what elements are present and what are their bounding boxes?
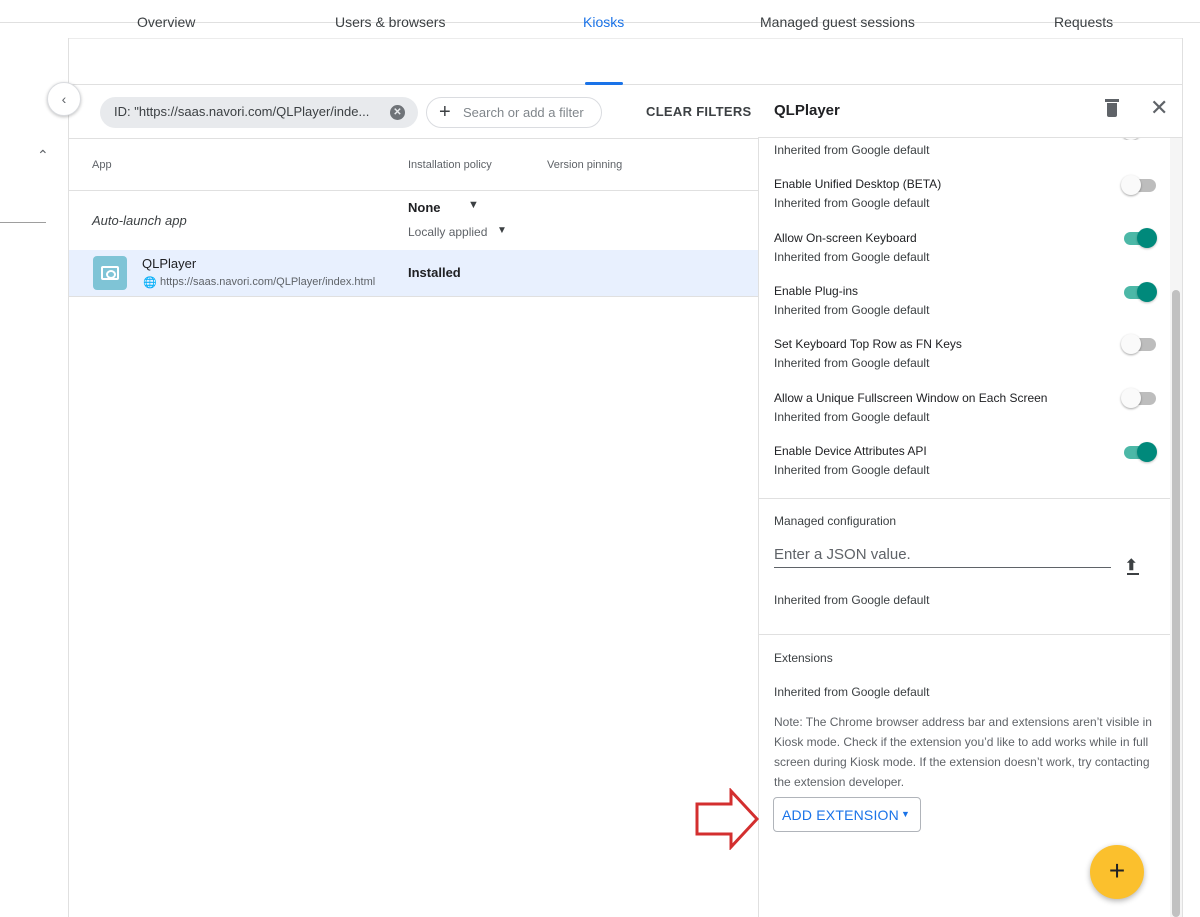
add-extension-button[interactable]: ADD EXTENSION ▼ <box>773 797 921 832</box>
tab-overview[interactable]: Overview <box>137 14 195 30</box>
managed-config-label: Managed configuration <box>774 514 897 528</box>
caret-down-icon: ▼ <box>901 809 910 819</box>
close-icon[interactable]: ✕ <box>1150 97 1168 119</box>
add-fab-button[interactable]: + <box>1090 845 1144 899</box>
toggle-fn-keys[interactable] <box>1121 334 1157 354</box>
caret-down-icon[interactable]: ▼ <box>497 225 507 236</box>
toggle-unified-desktop[interactable] <box>1121 175 1157 195</box>
setting-subtitle: Inherited from Google default <box>774 303 930 317</box>
left-rail <box>0 38 69 917</box>
trash-icon[interactable] <box>1105 99 1119 117</box>
app-icon <box>93 256 127 290</box>
chevron-up-icon[interactable]: ⌃ <box>37 147 49 164</box>
json-value-input[interactable]: Enter a JSON value. <box>774 544 1111 568</box>
column-header-installation-policy[interactable]: Installation policy <box>408 159 492 171</box>
app-url: https://saas.navori.com/QLPlayer/index.h… <box>160 276 376 288</box>
autolaunch-select[interactable]: None <box>408 200 441 215</box>
kiosk-extension-note: Note: The Chrome browser address bar and… <box>774 715 1152 789</box>
setting-subtitle: Inherited from Google default <box>774 143 930 157</box>
setting-subtitle: Inherited from Google default <box>774 356 930 370</box>
tab-kiosks[interactable]: Kiosks <box>583 14 624 30</box>
rail-divider <box>0 222 46 223</box>
setting-subtitle: Inherited from Google default <box>774 410 930 424</box>
toggle-plugins[interactable] <box>1121 282 1157 302</box>
remove-filter-icon[interactable]: ✕ <box>390 105 405 120</box>
installation-policy-value[interactable]: Installed <box>408 265 461 280</box>
table-header: App Installation policy Version pinning <box>69 138 758 191</box>
filter-chip[interactable]: ID: "https://saas.navori.com/QLPlayer/in… <box>100 97 418 128</box>
caret-down-icon[interactable]: ▼ <box>468 199 479 211</box>
section-divider <box>759 498 1171 499</box>
locally-applied-label[interactable]: Locally applied <box>408 225 487 239</box>
right-border <box>1182 38 1183 917</box>
upload-icon[interactable]: ⬆ <box>1125 558 1138 573</box>
setting-subtitle: Inherited from Google default <box>774 685 930 699</box>
chevron-left-icon: ‹ <box>61 91 67 107</box>
tab-users-browsers[interactable]: Users & browsers <box>335 14 445 30</box>
setting-title: Enable Plug-ins <box>774 284 859 298</box>
column-header-version-pinning[interactable]: Version pinning <box>547 159 622 171</box>
annotation-arrow-icon <box>695 788 760 850</box>
toggle-unique-fullscreen[interactable] <box>1121 388 1157 408</box>
panel-header: QLPlayer ✕ <box>758 85 1182 138</box>
setting-subtitle: Inherited from Google default <box>774 196 930 210</box>
setting-subtitle: Inherited from Google default <box>774 593 930 607</box>
search-placeholder: Search or add a filter <box>463 105 584 120</box>
globe-icon: 🌐 <box>143 277 157 289</box>
toggle-onscreen-keyboard[interactable] <box>1121 228 1157 248</box>
column-header-app[interactable]: App <box>92 159 112 171</box>
setting-title: Set Keyboard Top Row as FN Keys <box>774 337 962 351</box>
setting-title: Enable Device Attributes API <box>774 444 927 458</box>
app-name[interactable]: QLPlayer <box>142 256 196 271</box>
setting-subtitle: Inherited from Google default <box>774 250 930 264</box>
search-filter-input[interactable]: + Search or add a filter <box>426 97 602 128</box>
toggle-device-attributes[interactable] <box>1121 442 1157 462</box>
active-tab-indicator <box>585 82 623 85</box>
panel-title: QLPlayer <box>774 102 840 119</box>
plus-icon: + <box>439 101 451 123</box>
scrollbar-thumb[interactable] <box>1172 290 1180 917</box>
collapse-sidebar-button[interactable]: ‹ <box>47 82 81 116</box>
add-extension-label: ADD EXTENSION <box>782 807 899 823</box>
setting-title: Enable Unified Desktop (BETA) <box>774 177 942 191</box>
setting-title: Allow On-screen Keyboard <box>774 231 917 245</box>
upload-icon-base <box>1127 573 1139 575</box>
section-divider <box>759 634 1171 635</box>
setting-title: Allow a Unique Fullscreen Window on Each… <box>774 391 1048 405</box>
setting-subtitle: Inherited from Google default <box>774 463 930 477</box>
tab-bar <box>69 38 1182 85</box>
extensions-label: Extensions <box>774 651 833 665</box>
tab-requests[interactable]: Requests <box>1054 14 1113 30</box>
autolaunch-label: Auto-launch app <box>92 213 187 228</box>
clear-filters-button[interactable]: CLEAR FILTERS <box>646 104 752 119</box>
tab-managed-guest-sessions[interactable]: Managed guest sessions <box>760 14 915 30</box>
